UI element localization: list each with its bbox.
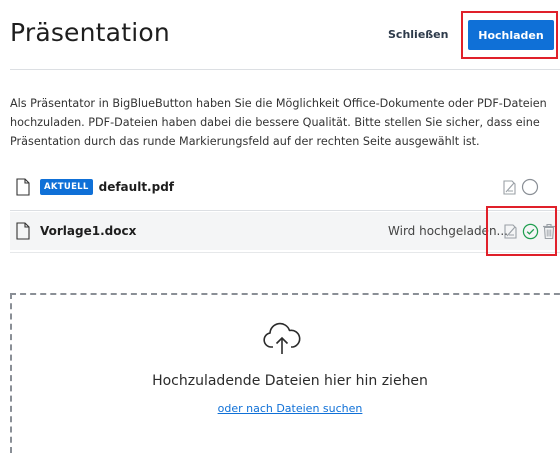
file-name: Vorlage1.docx [40,224,137,238]
current-badge: AKTUELL [40,179,93,195]
row-divider [10,252,560,253]
cloud-upload-icon [263,322,301,354]
description-text: Als Präsentator in BigBlueButton haben S… [10,97,547,148]
row-divider [10,210,560,211]
file-row-uploading[interactable]: Vorlage1.docx Wird hochgeladen... [10,212,560,250]
download-disabled-icon[interactable] [502,179,518,196]
check-circle-icon[interactable] [522,223,539,240]
download-disabled-icon[interactable] [503,223,519,240]
page-title: Präsentation [10,18,170,47]
dropzone-text: Hochzuladende Dateien hier hin ziehen [152,373,428,389]
file-icon [16,178,30,196]
close-button[interactable]: Schließen [388,28,448,41]
file-actions [502,178,539,196]
upload-button[interactable]: Hochladen [468,20,554,50]
file-icon [16,222,30,240]
browse-files-link[interactable]: oder nach Dateien suchen [10,402,560,415]
select-circle-icon[interactable] [521,178,539,196]
upload-status: Wird hochgeladen... [388,224,508,238]
file-actions [503,223,556,240]
trash-icon[interactable] [542,223,556,240]
file-row-current[interactable]: AKTUELL default.pdf [10,168,560,206]
header-divider [10,69,560,70]
file-name: default.pdf [98,180,175,194]
